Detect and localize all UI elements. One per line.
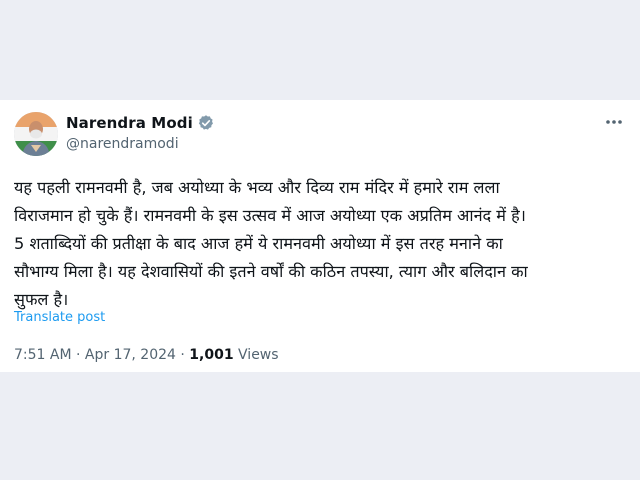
author-handle[interactable]: @narendramodi — [66, 136, 179, 152]
translate-post-link[interactable]: Translate post — [14, 310, 105, 325]
post-date[interactable]: Apr 17, 2024 — [85, 347, 176, 363]
post-meta: 7:51 AM · Apr 17, 2024 · 1,001 Views — [14, 347, 279, 363]
profile-photo — [14, 112, 58, 156]
page: Narendra Modi @narendramodi यह पहली रामन… — [0, 0, 640, 480]
author-name-row: Narendra Modi — [66, 113, 215, 133]
views-label: Views — [233, 347, 279, 363]
meta-separator: · — [71, 347, 85, 363]
more-options-button[interactable] — [602, 110, 626, 134]
post-time[interactable]: 7:51 AM — [14, 347, 72, 363]
post-card: Narendra Modi @narendramodi यह पहली रामन… — [0, 100, 640, 372]
views-count[interactable]: 1,001 — [189, 347, 233, 363]
post-text-line: 5 शताब्दियों की प्रतीक्षा के बाद आज हमें… — [14, 234, 503, 253]
post-text-line: सौभाग्य मिला है। यह देशवासियों की इतने व… — [14, 262, 528, 281]
post-text-line: विराजमान हो चुके हैं। रामनवमी के इस उत्स… — [14, 206, 526, 225]
verified-badge-icon — [198, 115, 213, 130]
avatar[interactable] — [14, 112, 58, 156]
post-text: यह पहली रामनवमी है, जब अयोध्या के भव्य औ… — [14, 174, 626, 314]
post-text-line: सुफल है। — [14, 290, 69, 309]
more-options-icon — [606, 120, 622, 124]
author-name[interactable]: Narendra Modi — [66, 114, 193, 132]
meta-separator: · — [175, 347, 190, 363]
post-text-line: यह पहली रामनवमी है, जब अयोध्या के भव्य औ… — [14, 178, 500, 197]
